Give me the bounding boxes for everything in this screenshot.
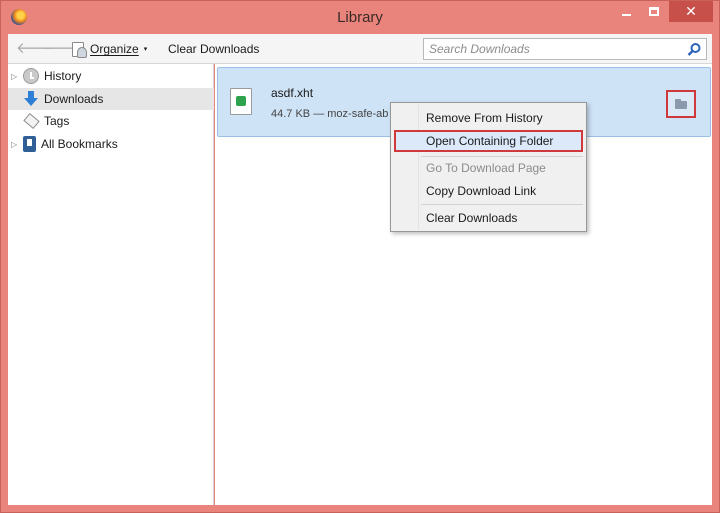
- download-file-name: asdf.xht: [271, 86, 314, 100]
- toolbar: 🡐 🡒 Organize ▾ Clear Downloads: [8, 34, 712, 64]
- dropdown-caret-icon: ▾: [143, 46, 148, 53]
- history-icon: [23, 68, 39, 84]
- download-icon: [23, 91, 39, 107]
- context-menu: Remove From History Open Containing Fold…: [390, 102, 587, 232]
- expand-twisty-icon[interactable]: ▷: [11, 72, 19, 81]
- folder-icon: [675, 99, 687, 109]
- sidebar-item-label: Tags: [44, 114, 70, 128]
- sidebar-item-label: Downloads: [44, 92, 104, 106]
- back-arrow-icon[interactable]: 🡐: [16, 41, 56, 57]
- sidebar-item-tags[interactable]: Tags: [8, 110, 214, 132]
- minimize-icon: [621, 13, 631, 16]
- show-in-folder-button[interactable]: [666, 90, 696, 118]
- menu-item-open-containing-folder[interactable]: Open Containing Folder: [394, 130, 583, 152]
- minimize-button[interactable]: [613, 1, 639, 22]
- download-status-text: 44.7 KB — moz-safe-ab: [271, 108, 389, 120]
- tag-icon: [23, 113, 39, 129]
- forward-arrow-icon[interactable]: 🡒: [40, 41, 80, 57]
- clear-downloads-button[interactable]: Clear Downloads: [168, 42, 259, 56]
- menu-item-go-to-download-page: Go To Download Page: [426, 161, 546, 175]
- menu-separator: [421, 204, 583, 205]
- bookmarks-icon: [23, 136, 36, 152]
- sidebar-item-label: History: [44, 69, 82, 83]
- organize-label: Organize: [90, 42, 139, 56]
- sidebar-item-downloads[interactable]: Downloads: [8, 88, 214, 110]
- maximize-icon: [649, 7, 659, 16]
- menu-item-copy-download-link[interactable]: Copy Download Link: [394, 180, 583, 202]
- sidebar-item-history[interactable]: ▷ History: [8, 65, 214, 87]
- menu-item-remove-from-history[interactable]: Remove From History: [394, 107, 583, 129]
- window-title: Library: [337, 9, 383, 26]
- title-bar[interactable]: Library ✕: [1, 1, 719, 33]
- library-window: Library ✕ 🡐 🡒 Organize ▾ Clear Downloads…: [0, 0, 720, 513]
- close-button[interactable]: ✕: [669, 1, 713, 22]
- sidebar-item-label: All Bookmarks: [41, 137, 118, 151]
- expand-twisty-icon[interactable]: ▷: [11, 140, 19, 149]
- menu-item-clear-downloads[interactable]: Clear Downloads: [394, 207, 583, 229]
- search-icon[interactable]: [687, 42, 702, 57]
- sidebar-item-all-bookmarks[interactable]: ▷ All Bookmarks: [8, 133, 214, 155]
- search-input[interactable]: [424, 39, 674, 59]
- maximize-button[interactable]: [641, 1, 667, 22]
- close-icon: ✕: [685, 3, 697, 19]
- search-box: [423, 38, 707, 60]
- file-icon: [230, 88, 252, 115]
- organize-button[interactable]: Organize ▾: [70, 40, 147, 58]
- organize-icon: [70, 41, 87, 58]
- places-sidebar: ▷ History Downloads Tags ▷ All Bookmarks: [8, 64, 214, 505]
